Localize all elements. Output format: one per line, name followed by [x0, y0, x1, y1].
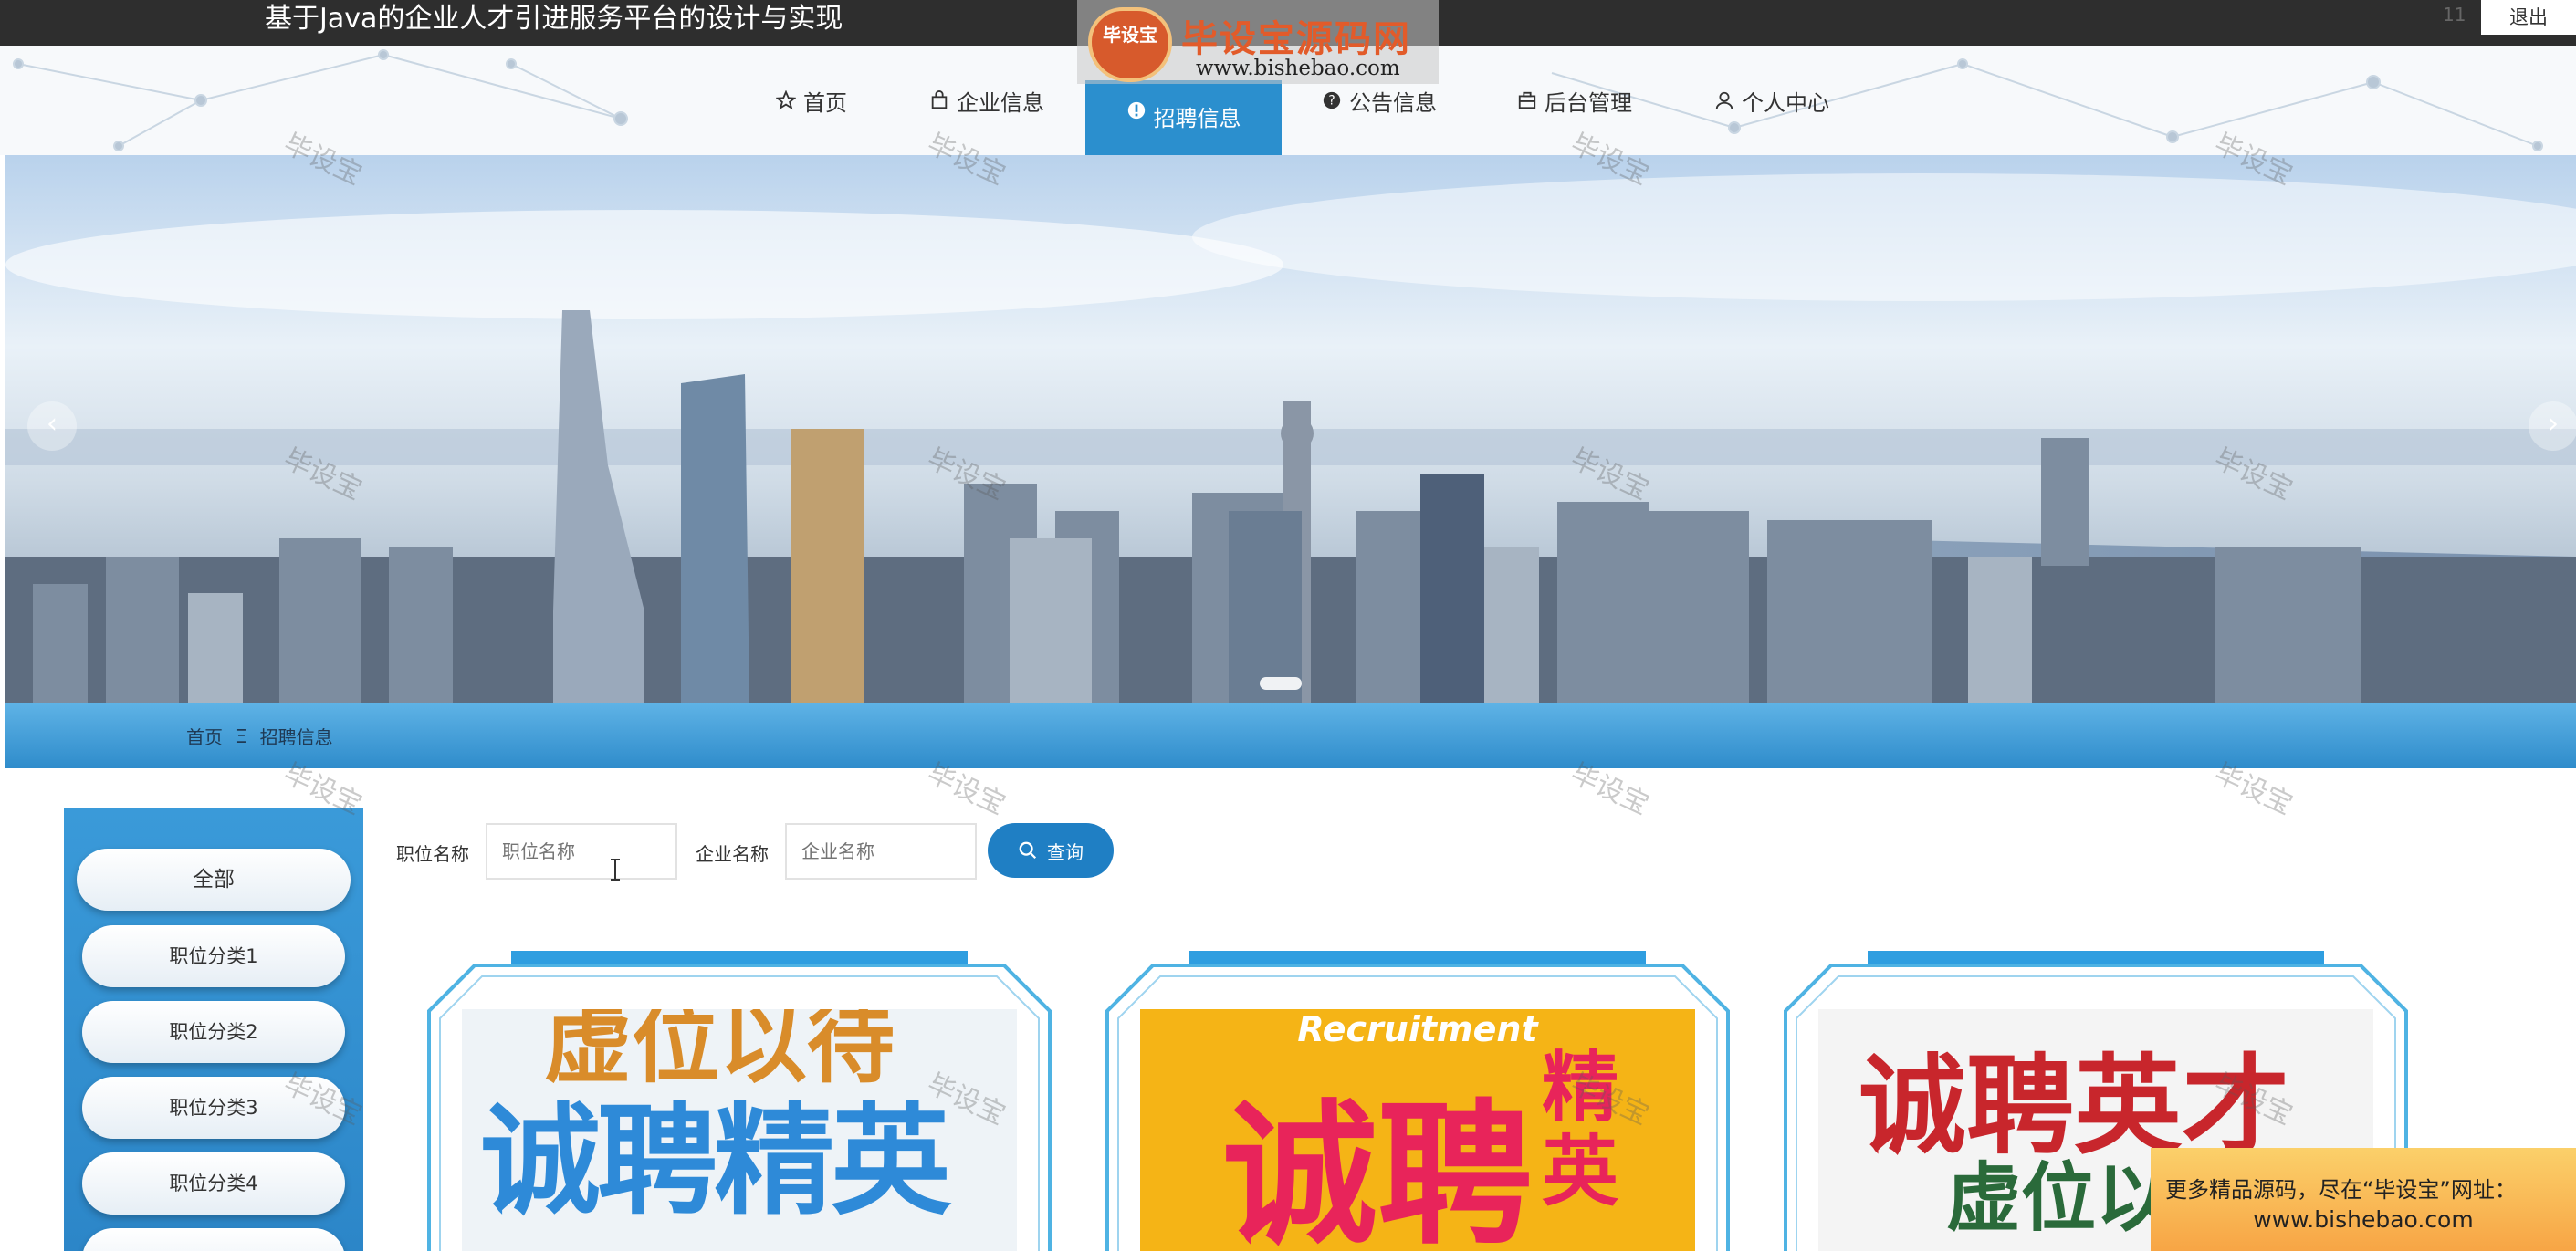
page: { "app": { "title": "基于Java的企业人才引进服务平台的设… [0, 0, 2576, 1251]
app-title: 基于Java的企业人才引进服务平台的设计与实现 [265, 3, 843, 35]
company-name-input[interactable] [785, 823, 977, 880]
search-icon [1019, 841, 1037, 860]
nav-announcement[interactable]: ? 公告信息 [1322, 82, 1437, 119]
job-poster-image: Recruitment 诚聘 精英 [1140, 1009, 1695, 1251]
username: 11 [2443, 4, 2466, 26]
nav-company[interactable]: 企业信息 [929, 82, 1044, 119]
search-button[interactable]: 查询 [988, 823, 1114, 878]
watermark-logo-url: www.bishebao.com [1196, 57, 1400, 80]
category-5-button[interactable] [82, 1228, 345, 1251]
job-card[interactable]: 虚位以待 诚聘精英 [420, 947, 1059, 1251]
carousel-next-button[interactable]: › [2529, 401, 2576, 451]
poster-text-main: 诚聘 [1222, 1086, 1534, 1251]
breadcrumb-separator: Ξ [236, 725, 247, 747]
city-skyline-image [5, 155, 2576, 703]
nav-profile-label: 个人中心 [1742, 89, 1829, 116]
job-poster-image: 虚位以待 诚聘精英 [462, 1009, 1017, 1251]
job-card[interactable]: Recruitment 诚聘 精英 [1098, 947, 1737, 1251]
nav-recruitment[interactable]: 招聘信息 [1085, 80, 1282, 155]
svg-text:?: ? [1328, 94, 1335, 109]
category-4-button[interactable]: 职位分类4 [82, 1152, 345, 1215]
user-icon [1715, 91, 1733, 109]
poster-text-main: 诚聘精英 [480, 1091, 951, 1232]
chevron-left-icon: ‹ [47, 408, 58, 440]
watermark-logo-text: 毕设宝源码网 [1181, 18, 1411, 60]
nav-home[interactable]: 首页 [776, 82, 847, 119]
company-name-label: 企业名称 [696, 843, 769, 865]
hero-banner [5, 155, 2576, 703]
briefcase-icon [1518, 91, 1536, 109]
nav-admin-label: 后台管理 [1545, 89, 1632, 116]
category-all-button[interactable]: 全部 [77, 849, 351, 911]
breadcrumb-bar: 首页 Ξ 招聘信息 [5, 703, 2576, 768]
info-circle-icon [1127, 101, 1145, 120]
chevron-right-icon: › [2548, 408, 2559, 440]
bag-icon [931, 90, 948, 109]
ad-text: 更多精品源码，尽在“毕设宝”网址： [2165, 1177, 2517, 1203]
carousel-dot[interactable] [1260, 677, 1302, 690]
nav-recruitment-label: 招聘信息 [1153, 106, 1241, 131]
text-cursor-icon [611, 859, 620, 881]
job-name-label: 职位名称 [396, 843, 469, 865]
logout-button[interactable]: 退出 [2481, 0, 2576, 35]
category-sidebar: 全部 职位分类1 职位分类2 职位分类3 职位分类4 [64, 808, 363, 1251]
search-button-label: 查询 [1047, 840, 1084, 863]
nav-announcement-label: 公告信息 [1349, 89, 1437, 116]
watermark-badge: 毕设宝 [1088, 7, 1172, 82]
category-2-button[interactable]: 职位分类2 [82, 1001, 345, 1063]
nav-home-label: 首页 [803, 89, 847, 116]
carousel-prev-button[interactable]: ‹ [27, 401, 77, 451]
breadcrumb-current: 招聘信息 [259, 726, 333, 748]
watermark-logo: 毕设宝 毕设宝源码网 www.bishebao.com [1077, 0, 1439, 84]
breadcrumb: 首页 Ξ 招聘信息 [186, 723, 333, 749]
category-3-button[interactable]: 职位分类3 [82, 1077, 345, 1139]
breadcrumb-home[interactable]: 首页 [186, 723, 223, 749]
nav-company-label: 企业信息 [957, 89, 1044, 116]
ad-url: www.bishebao.com [2253, 1206, 2474, 1233]
question-circle-icon: ? [1323, 91, 1341, 109]
nav-admin[interactable]: 后台管理 [1517, 82, 1632, 119]
category-1-button[interactable]: 职位分类1 [82, 925, 345, 987]
star-icon [776, 90, 796, 110]
ad-banner[interactable]: 更多精品源码，尽在“毕设宝”网址： www.bishebao.com [2151, 1148, 2576, 1251]
poster-text-side: 精英 [1542, 1043, 1619, 1216]
job-name-input[interactable] [486, 823, 677, 880]
nav-profile[interactable]: 个人中心 [1714, 82, 1829, 119]
